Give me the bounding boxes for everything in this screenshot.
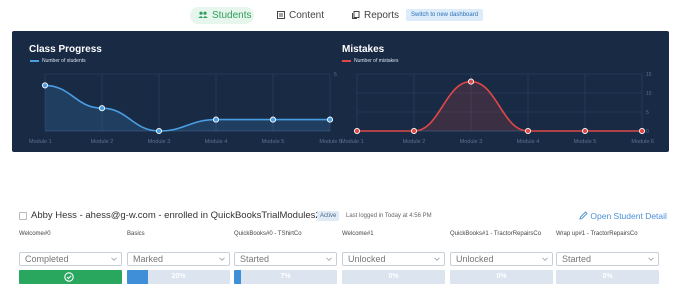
progress-bar xyxy=(19,270,122,284)
tab-reports[interactable]: Reports xyxy=(352,7,399,24)
progress-bar: 7% xyxy=(234,270,337,284)
x-tick-label: Module 5 xyxy=(574,139,597,145)
edit-icon xyxy=(579,211,588,220)
student-checkbox[interactable] xyxy=(19,212,27,220)
module-label: QuickBooks#1 - TractorRepairsCo xyxy=(450,231,542,237)
status-value: Completed xyxy=(25,254,69,264)
x-tick-label: Module 2 xyxy=(403,139,426,145)
x-tick-label: Module 1 xyxy=(29,139,52,145)
x-tick-label: Module 4 xyxy=(517,139,540,145)
tab-content[interactable]: Content xyxy=(277,7,324,24)
chevron-down-icon xyxy=(219,257,225,261)
progress-bar: 20% xyxy=(127,270,230,284)
chevron-down-icon xyxy=(111,257,117,261)
progress-bar: 0% xyxy=(342,270,445,284)
student-header: Abby Hess - ahess@g-w.com - enrolled in … xyxy=(19,209,669,223)
status-select[interactable]: Started xyxy=(234,252,337,266)
tab-content-label: Content xyxy=(289,10,325,21)
x-tick-label: Module 1 xyxy=(341,139,364,145)
mistakes-point xyxy=(410,127,418,135)
module-column: Welcome#1 Unlocked 0% xyxy=(342,230,445,284)
charts-svg: 5 Module 1 Module 2 Module 3 Module 4 Module … xyxy=(29,72,654,145)
progress-text: 0% xyxy=(602,273,613,280)
top-nav: Students Content Reports xyxy=(0,0,681,30)
module-column: QuickBooks#0 - TShirtCo Started 7% xyxy=(234,230,337,284)
chevron-down-icon xyxy=(648,257,654,261)
mistakes-point xyxy=(581,127,589,135)
mistakes-point xyxy=(467,78,475,85)
module-column: Basics Marked 20% xyxy=(127,230,230,284)
progress-text: 0% xyxy=(388,273,399,280)
status-select[interactable]: Started xyxy=(556,252,659,266)
tab-students[interactable]: Students xyxy=(190,7,254,24)
progress-point xyxy=(269,116,277,123)
content-icon xyxy=(277,10,285,21)
y-tick-label: 15 xyxy=(646,72,652,78)
reports-icon xyxy=(352,10,360,21)
status-badge: Active xyxy=(317,211,340,221)
tab-students-label: Students xyxy=(212,10,252,21)
status-select[interactable]: Unlocked xyxy=(342,252,445,266)
last-login-text: Last logged in Today at 4:56 PM xyxy=(346,213,432,219)
x-tick-label: Module 3 xyxy=(460,139,483,145)
progress-text: 20% xyxy=(171,273,186,280)
module-column: QuickBooks#1 - TractorRepairsCo Unlocked… xyxy=(450,230,553,284)
status-select[interactable]: Completed xyxy=(19,252,122,266)
progress-bar: 0% xyxy=(556,270,659,284)
status-value: Started xyxy=(240,254,270,264)
tab-reports-label: Reports xyxy=(364,10,400,21)
module-column: Wrap up#1 - TractorRepairsCo Started 0% xyxy=(556,230,659,284)
student-name: Abby Hess - ahess@g-w.com - enrolled in … xyxy=(31,210,326,221)
status-select[interactable]: Unlocked xyxy=(450,252,553,266)
x-tick-label: Module 2 xyxy=(91,139,114,145)
mistakes-point xyxy=(638,127,646,135)
status-select[interactable]: Marked xyxy=(127,252,230,266)
switch-dashboard-button[interactable]: Switch to new dashboard xyxy=(406,9,484,21)
y-tick-label: 5 xyxy=(334,72,337,78)
mistakes-point xyxy=(524,127,532,135)
module-label: Welcome#0 xyxy=(19,231,51,237)
check-circle-icon xyxy=(64,272,74,282)
mistakes-point xyxy=(353,127,361,135)
module-label: Basics xyxy=(127,231,145,237)
module-label: Wrap up#1 - TractorRepairsCo xyxy=(556,231,638,237)
progress-point xyxy=(326,116,334,123)
x-tick-label: Module 6 xyxy=(631,139,654,145)
progress-area xyxy=(45,85,330,131)
open-student-detail-link[interactable]: Open Student Detail xyxy=(579,209,667,223)
status-value: Started xyxy=(562,254,592,264)
module-label: Welcome#1 xyxy=(342,231,374,237)
chevron-down-icon xyxy=(434,257,440,261)
x-tick-label: Module 5 xyxy=(262,139,285,145)
progress-point xyxy=(41,82,49,89)
module-label: QuickBooks#0 - TShirtCo xyxy=(234,231,302,237)
status-value: Unlocked xyxy=(348,254,386,264)
progress-text: 7% xyxy=(280,273,291,280)
progress-point xyxy=(212,116,220,123)
y-tick-label: 5 xyxy=(646,110,649,116)
status-value: Marked xyxy=(133,254,164,264)
y-tick-label: 0 xyxy=(646,129,649,135)
status-value: Unlocked xyxy=(456,254,494,264)
chevron-down-icon xyxy=(542,257,548,261)
people-icon xyxy=(198,11,208,21)
progress-bar: 0% xyxy=(450,270,553,284)
progress-point xyxy=(98,105,106,112)
progress-point xyxy=(155,127,163,135)
chevron-down-icon xyxy=(326,257,332,261)
module-column: Welcome#0 Completed xyxy=(19,230,122,284)
y-tick-label: 10 xyxy=(646,91,652,97)
open-student-detail-label: Open Student Detail xyxy=(590,211,667,221)
x-tick-label: Module 3 xyxy=(148,139,171,145)
x-tick-label: Module 6 xyxy=(319,139,342,145)
progress-text: 0% xyxy=(496,273,507,280)
charts-panel: Class Progress Number of students Mistak… xyxy=(12,31,669,152)
x-tick-label: Module 4 xyxy=(205,139,228,145)
